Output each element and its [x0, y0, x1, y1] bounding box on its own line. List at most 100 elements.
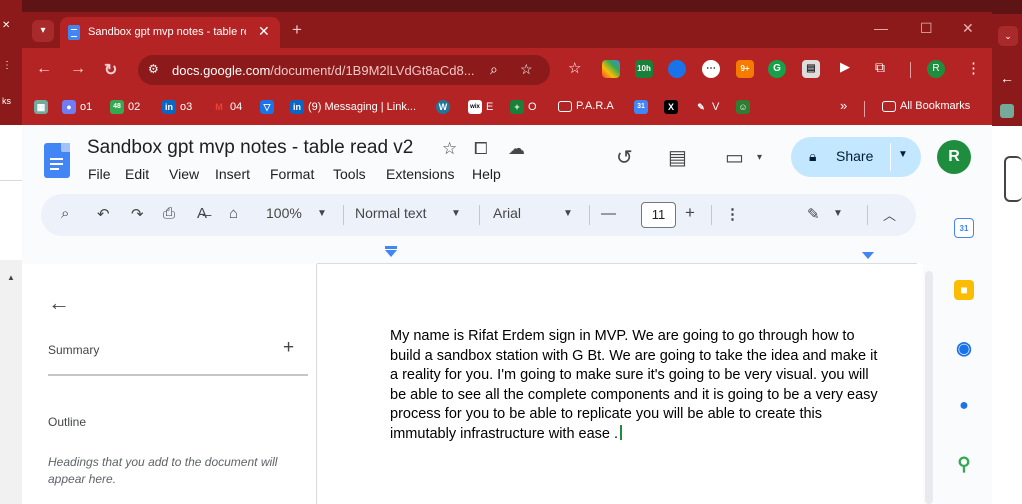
menu-format[interactable]: Format	[270, 166, 314, 182]
bookmark-02[interactable]: 48 02	[110, 100, 140, 118]
share-button[interactable]: 🔒︎ Share ▼	[791, 137, 921, 177]
tab-search-icon[interactable]: ▾	[32, 20, 54, 42]
menu-extensions[interactable]: Extensions	[386, 166, 454, 182]
extension-stack-icon[interactable]: ▤	[802, 60, 820, 78]
keep-icon[interactable]: ■	[954, 280, 974, 300]
right-indent-marker[interactable]	[862, 252, 874, 259]
menu-edit[interactable]: Edit	[125, 166, 149, 182]
menu-help[interactable]: Help	[472, 166, 501, 182]
chevron-down-icon[interactable]: ▾	[757, 152, 762, 163]
bookmark-o[interactable]: + O	[510, 100, 537, 118]
bookmark-x[interactable]: X	[664, 100, 682, 118]
bookmark-04[interactable]: M 04	[212, 100, 242, 118]
extension-calendar-icon[interactable]: 10h	[635, 60, 653, 78]
bookmark-star-icon[interactable]: ☆	[520, 61, 533, 78]
menu-view[interactable]: View	[169, 166, 199, 182]
menu-icon[interactable]: ⋮	[2, 60, 12, 71]
maximize-icon[interactable]: ☐	[920, 20, 933, 37]
more-options-icon[interactable]: ⋮	[725, 205, 740, 223]
tab-active[interactable]: Sandbox gpt mvp notes - table read v2 ✕	[60, 17, 280, 48]
tab-close-icon[interactable]: ✕	[258, 23, 270, 40]
font-size-input[interactable]: 11	[641, 202, 676, 228]
chevron-down-icon[interactable]: ▼	[563, 208, 573, 219]
scrollbar[interactable]: ▲	[0, 260, 22, 504]
reload-icon[interactable]: ↻	[104, 60, 117, 80]
tab-search-icon[interactable]: ⌄	[998, 26, 1018, 46]
account-avatar[interactable]: R	[937, 140, 971, 174]
paint-format-icon[interactable]: ⌂	[229, 205, 238, 222]
back-arrow-icon[interactable]: ←	[48, 290, 70, 316]
redo-icon[interactable]: ↷	[131, 205, 144, 223]
extension-notif-icon[interactable]: 9+	[736, 60, 754, 78]
history-icon[interactable]: ↺	[616, 145, 633, 170]
bookmark-v[interactable]: ✎ V	[694, 100, 719, 118]
close-icon[interactable]: ✕	[2, 20, 10, 31]
bookmark-linkedin-messaging[interactable]: in (9) Messaging | Link...	[290, 100, 416, 118]
calendar-icon[interactable]: 31	[954, 218, 974, 238]
new-tab-icon[interactable]: +	[292, 20, 302, 40]
play-icon[interactable]: ▶	[840, 59, 850, 75]
forward-icon[interactable]: →	[70, 60, 86, 78]
edit-mode-pencil-icon[interactable]: ✎	[807, 205, 820, 223]
chevron-down-icon[interactable]: ▼	[451, 208, 461, 219]
bookmark-wordpress[interactable]: W	[436, 100, 454, 118]
chevron-up-icon[interactable]: ︿	[883, 205, 896, 224]
document-page[interactable]: My name is Rifat Erdem sign in MVP. We a…	[318, 264, 923, 504]
first-line-indent-marker[interactable]	[385, 246, 397, 249]
paragraph-style-select[interactable]: Normal text	[355, 205, 427, 221]
cloud-status-icon[interactable]: ☁	[508, 139, 525, 159]
bookmark-wix[interactable]: wix E	[468, 100, 493, 118]
undo-icon[interactable]: ↶	[97, 205, 110, 223]
profile-avatar[interactable]: R	[927, 60, 945, 78]
extension-chat-icon[interactable]: ⋯	[702, 60, 720, 78]
minimize-icon[interactable]: —	[874, 20, 888, 36]
spellcheck-icon[interactable]: A̶	[197, 205, 207, 222]
tasks-icon[interactable]: ◉	[954, 338, 974, 358]
contacts-icon[interactable]: ●	[954, 396, 974, 416]
move-folder-icon[interactable]: ⧠	[474, 139, 488, 159]
menu-tools[interactable]: Tools	[333, 166, 366, 182]
back-icon[interactable]: ←	[36, 60, 52, 78]
back-icon[interactable]: ←	[1000, 70, 1014, 86]
maps-icon[interactable]: ⚲	[954, 454, 974, 474]
document-body[interactable]: My name is Rifat Erdem sign in MVP. We a…	[390, 327, 880, 444]
search-icon[interactable]: ⌕	[61, 205, 69, 222]
decrease-font-icon[interactable]: —	[601, 205, 616, 222]
menu-insert[interactable]: Insert	[215, 166, 250, 182]
body-paragraph[interactable]: My name is Rifat Erdem sign in MVP. We a…	[390, 328, 878, 442]
comments-icon[interactable]: ▤	[668, 145, 687, 170]
font-select[interactable]: Arial	[493, 205, 521, 221]
bookmark-o3[interactable]: in o3	[162, 100, 192, 118]
increase-font-icon[interactable]: +	[685, 203, 695, 223]
browser-menu-icon[interactable]: ⋮	[966, 59, 981, 77]
all-bookmarks[interactable]: All Bookmarks	[882, 100, 970, 118]
zoom-icon[interactable]: ⌕	[490, 61, 498, 78]
print-icon[interactable]: ⎙	[163, 205, 175, 222]
address-bar[interactable]: ⚙ docs.google.com/document/d/1B9M2lLVdGt…	[138, 55, 550, 85]
chevron-down-icon[interactable]: ▼	[898, 149, 908, 160]
add-summary-icon[interactable]: +	[283, 337, 294, 359]
menu-file[interactable]: File	[88, 166, 111, 182]
chevron-down-icon[interactable]: ▼	[833, 208, 843, 219]
zoom-select[interactable]: 100%	[266, 205, 302, 221]
grammarly-icon[interactable]: G	[768, 60, 786, 78]
bookmark-star-icon[interactable]: ☆	[568, 59, 581, 77]
scroll-up-icon[interactable]: ▲	[7, 273, 15, 282]
document-scrollbar[interactable]	[925, 271, 933, 504]
docs-logo-icon[interactable]	[44, 143, 70, 178]
bookmark-gpt[interactable]: ▽	[260, 100, 278, 118]
more-bookmarks-icon[interactable]: »	[840, 98, 847, 116]
extension-blue-icon[interactable]	[668, 60, 686, 78]
star-icon[interactable]: ☆	[442, 139, 457, 159]
extension-color-icon[interactable]	[602, 60, 620, 78]
meet-icon[interactable]: ▭	[725, 145, 744, 170]
bookmark-o1[interactable]: ● o1	[62, 100, 92, 118]
extensions-puzzle-icon[interactable]: ⧉	[875, 59, 885, 76]
bookmark-apps[interactable]: ▦	[34, 100, 52, 118]
document-title[interactable]: Sandbox gpt mvp notes - table read v2	[87, 137, 413, 159]
window-close-icon[interactable]: ✕	[962, 20, 974, 37]
chevron-down-icon[interactable]: ▼	[317, 208, 327, 219]
bookmark-para[interactable]: P.A.R.A	[558, 100, 614, 118]
left-indent-marker[interactable]	[385, 250, 397, 257]
bookmark-calendar[interactable]: 31	[634, 100, 652, 118]
